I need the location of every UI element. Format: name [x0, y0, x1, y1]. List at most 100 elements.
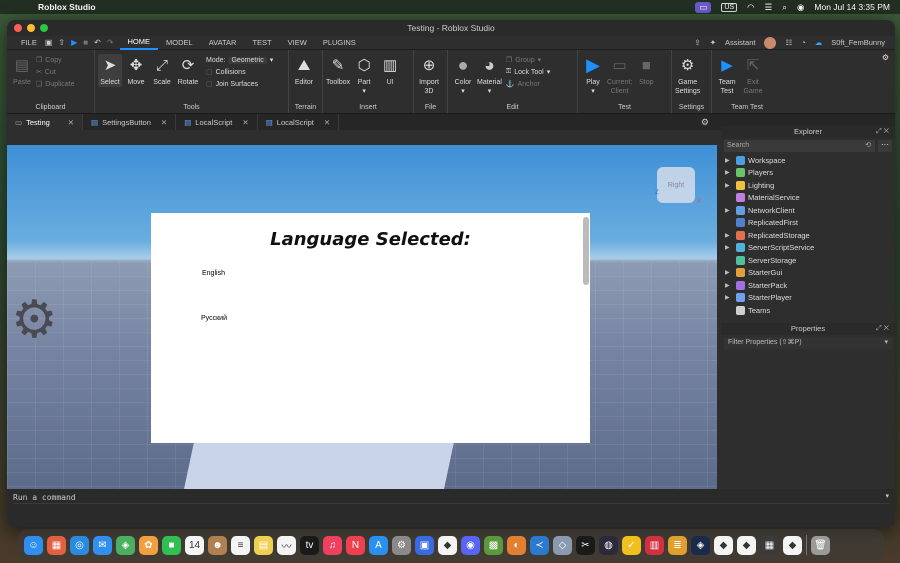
blender-icon[interactable]: ◐	[507, 535, 526, 555]
explorer-item[interactable]: MaterialService	[725, 192, 895, 205]
join-surfaces-toggle[interactable]: ▢ Join Surfaces	[206, 80, 273, 89]
facetime-icon[interactable]: ■	[162, 535, 181, 555]
team-icon[interactable]: ☷	[785, 38, 792, 47]
russian-option-button[interactable]: Русский	[201, 315, 227, 322]
tv-icon[interactable]: tv	[300, 535, 319, 555]
exit-game-button[interactable]: ⇱ Exit Game	[741, 54, 765, 96]
news-icon[interactable]: N	[346, 535, 365, 555]
lock-tool-button[interactable]: ⚿ Lock Tool ▾	[506, 68, 550, 76]
music-icon[interactable]: ♫	[323, 535, 342, 555]
scale-tool-button[interactable]: ⤢ Scale	[150, 54, 174, 87]
tab-settings-icon[interactable]: ⚙	[701, 117, 709, 128]
copy-button[interactable]: ❐ Copy	[36, 56, 74, 65]
tab-home[interactable]: HOME	[119, 36, 159, 50]
team-test-button[interactable]: ▶ Team Test	[715, 54, 739, 96]
language-gui-frame[interactable]: Language Selected: English Русский	[151, 213, 590, 443]
expand-arrow-icon[interactable]: ▶	[725, 182, 733, 189]
contacts-icon[interactable]: ☻	[208, 535, 227, 555]
material-button[interactable]: ◕ Material ▾	[477, 54, 502, 96]
unity-icon[interactable]: ◇	[553, 535, 572, 555]
stop-button[interactable]: ■ Stop	[634, 54, 658, 87]
expand-arrow-icon[interactable]: ▶	[725, 157, 733, 164]
stop-quick-icon[interactable]: ■	[83, 38, 88, 47]
close-icon[interactable]: ✕	[62, 118, 74, 127]
history-icon[interactable]: ⟲	[865, 140, 871, 152]
explorer-item[interactable]: ▶ NetworkClient	[725, 204, 895, 217]
color-button[interactable]: ● Color ▾	[451, 54, 475, 96]
roblox-3-icon[interactable]: ◆	[783, 535, 802, 555]
menubar-datetime[interactable]: Mon Jul 14 3:35 PM	[814, 2, 890, 12]
roblox-studio-icon[interactable]: ◈	[691, 535, 710, 555]
safari-icon[interactable]: ◎	[70, 535, 89, 555]
command-bar[interactable]: Run a command ▾	[7, 489, 895, 527]
explorer-item[interactable]: ServerStorage	[725, 254, 895, 267]
explorer-item[interactable]: ▶ StarterPlayer	[725, 292, 895, 305]
ui-button[interactable]: ▥ UI	[378, 54, 402, 87]
mail-icon[interactable]: ✉	[93, 535, 112, 555]
ribbon-settings-icon[interactable]: ⚙	[882, 53, 889, 62]
game-settings-button[interactable]: ⚙ Game Settings	[675, 54, 700, 96]
save-icon[interactable]: ▣	[45, 38, 53, 47]
assistant-icon[interactable]: ✦	[710, 38, 716, 47]
file-menu-button[interactable]: FILE	[13, 36, 45, 50]
expand-arrow-icon[interactable]: ▶	[725, 232, 733, 239]
terrain-editor-button[interactable]: ⛰ Editor	[292, 54, 316, 87]
siri-icon[interactable]: ◉	[797, 2, 804, 13]
obs-icon[interactable]: ◍	[599, 535, 618, 555]
wifi-icon[interactable]: ◠	[747, 2, 754, 13]
expand-arrow-icon[interactable]: ▶	[725, 169, 733, 176]
current-client-button[interactable]: ▭ Current: Client	[607, 54, 632, 96]
maps-icon[interactable]: ◈	[116, 535, 135, 555]
expand-arrow-icon[interactable]: ▶	[725, 207, 733, 214]
tab-test[interactable]: TEST	[244, 36, 279, 50]
capcut-icon[interactable]: ✂	[576, 535, 595, 555]
rotate-tool-button[interactable]: ⟳ Rotate	[176, 54, 200, 87]
group-button[interactable]: ❐ Group ▾	[506, 56, 550, 65]
roblox-player-2-icon[interactable]: ◆	[737, 535, 756, 555]
cut-button[interactable]: ✂ Cut	[36, 68, 74, 77]
photos-icon[interactable]: ✿	[139, 535, 158, 555]
expand-arrow-icon[interactable]: ▶	[725, 244, 733, 251]
screen-mirroring-icon[interactable]: ▭	[695, 1, 712, 13]
duplicate-button[interactable]: ❏ Duplicate	[36, 80, 74, 89]
control-center-icon[interactable]: ☰	[765, 2, 773, 13]
tab-avatar[interactable]: AVATAR	[201, 36, 245, 50]
zoom-window-button[interactable]	[40, 24, 48, 32]
mode-selector[interactable]: Mode: Geometric ▾	[206, 56, 273, 64]
input-source-badge[interactable]: US	[721, 2, 738, 12]
spotlight-icon[interactable]: ⌕	[782, 2, 787, 13]
expand-arrow-icon[interactable]: ▶	[725, 282, 733, 289]
undo-icon[interactable]: ↶	[94, 38, 101, 47]
publish-icon[interactable]: ⇧	[58, 38, 65, 47]
calendar-icon[interactable]: 14	[185, 535, 204, 555]
play-button[interactable]: ▶ Play ▾	[581, 54, 605, 96]
command-input[interactable]: Run a command	[13, 492, 889, 504]
assistant-button[interactable]: Assistant	[725, 38, 755, 47]
panel-options-icon[interactable]: ⤢ ✕	[876, 126, 889, 138]
explorer-item[interactable]: Teams	[725, 304, 895, 317]
menubar-app-name[interactable]: Roblox Studio	[38, 2, 96, 12]
view-cube[interactable]: Right	[657, 167, 695, 203]
screen-sharing-icon[interactable]: ▣	[415, 535, 434, 555]
discord-icon[interactable]: ◉	[461, 535, 480, 555]
close-icon[interactable]: ✕	[155, 118, 167, 127]
import-3d-button[interactable]: ⊕ Import 3D	[417, 54, 441, 96]
minecraft-icon[interactable]: ▩	[484, 535, 503, 555]
english-option-button[interactable]: English	[202, 270, 225, 277]
select-tool-button[interactable]: ➤ Select	[98, 54, 122, 87]
vscode-icon[interactable]: ≺	[530, 535, 549, 555]
roblox-icon[interactable]: ◆	[438, 535, 457, 555]
toolbox-button[interactable]: ✎ Toolbox	[326, 54, 350, 87]
notifications-icon[interactable]: ◔	[801, 38, 806, 47]
explorer-search-input[interactable]: Search ⟲	[724, 140, 875, 152]
roblox-player-icon[interactable]: ◆	[714, 535, 733, 555]
cloud-icon[interactable]: ☁	[815, 38, 823, 47]
settings-icon[interactable]: ⚙	[392, 535, 411, 555]
chevron-down-icon[interactable]: ▾	[884, 337, 888, 349]
doc-tab-settingsbutton[interactable]: ▤ SettingsButton ✕	[83, 114, 177, 130]
mode-dropdown[interactable]: Geometric	[228, 56, 267, 64]
explorer-item[interactable]: ▶ ServerScriptService	[725, 242, 895, 255]
norton-icon[interactable]: ✓	[622, 535, 641, 555]
explorer-item[interactable]: ReplicatedFirst	[725, 217, 895, 230]
play-quick-icon[interactable]: ▶	[71, 38, 77, 47]
